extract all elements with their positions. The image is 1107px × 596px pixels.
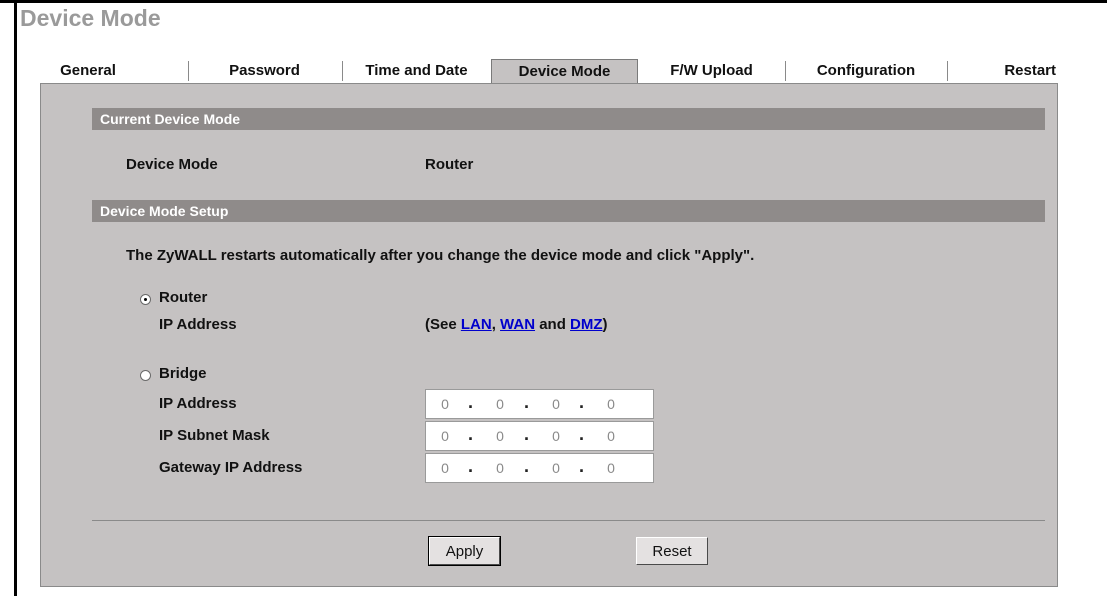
page-title: Device Mode bbox=[20, 5, 161, 31]
tab-time-and-date[interactable]: Time and Date bbox=[342, 59, 491, 83]
content-panel: Current Device Mode Device Mode Router D… bbox=[40, 83, 1058, 587]
wan-link[interactable]: WAN bbox=[500, 316, 535, 333]
ip-octet-2[interactable]: 0 bbox=[493, 396, 507, 412]
bridge-ip-address-input[interactable]: 0 . 0 . 0 . 0 bbox=[425, 389, 654, 419]
suffix-text: ) bbox=[602, 316, 608, 333]
router-ip-reference: (See LAN, WAN and DMZ) bbox=[425, 316, 608, 333]
bridge-gateway-label: Gateway IP Address bbox=[159, 459, 303, 476]
bridge-ip-address-label: IP Address bbox=[159, 395, 237, 412]
tab-password[interactable]: Password bbox=[188, 59, 341, 83]
mask-octet-1[interactable]: 0 bbox=[438, 428, 452, 444]
device-mode-setup-header: Device Mode Setup bbox=[92, 200, 1045, 222]
current-device-mode-header: Current Device Mode bbox=[92, 108, 1045, 130]
window-left-border bbox=[14, 0, 17, 596]
gateway-octet-2[interactable]: 0 bbox=[493, 460, 507, 476]
tab-general[interactable]: General bbox=[40, 59, 136, 83]
octet-dot: . bbox=[468, 424, 474, 444]
bridge-gateway-input[interactable]: 0 . 0 . 0 . 0 bbox=[425, 453, 654, 483]
bridge-label: Bridge bbox=[159, 365, 207, 382]
window-top-border bbox=[0, 0, 1107, 3]
octet-dot: . bbox=[524, 424, 530, 444]
lan-link[interactable]: LAN bbox=[461, 316, 492, 333]
tab-device-mode[interactable]: Device Mode bbox=[491, 59, 638, 83]
router-label: Router bbox=[159, 289, 208, 306]
octet-dot: . bbox=[579, 392, 585, 412]
router-radio[interactable] bbox=[140, 294, 151, 305]
mask-octet-4[interactable]: 0 bbox=[604, 428, 618, 444]
bridge-radio[interactable] bbox=[140, 370, 151, 381]
restart-notice: The ZyWALL restarts automatically after … bbox=[126, 247, 755, 264]
octet-dot: . bbox=[579, 456, 585, 476]
octet-dot: . bbox=[579, 424, 585, 444]
ip-octet-1[interactable]: 0 bbox=[438, 396, 452, 412]
bridge-subnet-mask-input[interactable]: 0 . 0 . 0 . 0 bbox=[425, 421, 654, 451]
gateway-octet-1[interactable]: 0 bbox=[438, 460, 452, 476]
dmz-link[interactable]: DMZ bbox=[570, 316, 603, 333]
tab-fw-upload[interactable]: F/W Upload bbox=[638, 59, 785, 83]
device-mode-value: Router bbox=[425, 156, 474, 173]
see-prefix-text: (See bbox=[425, 316, 461, 333]
apply-button[interactable]: Apply bbox=[428, 536, 501, 566]
gateway-octet-3[interactable]: 0 bbox=[549, 460, 563, 476]
form-divider bbox=[92, 520, 1045, 521]
gateway-octet-4[interactable]: 0 bbox=[604, 460, 618, 476]
bridge-subnet-mask-label: IP Subnet Mask bbox=[159, 427, 270, 444]
tab-restart[interactable]: Restart bbox=[947, 59, 1058, 83]
device-mode-label: Device Mode bbox=[126, 156, 218, 173]
tab-bar: General Password Time and Date Device Mo… bbox=[40, 59, 1058, 83]
separator-text: , bbox=[491, 316, 501, 333]
ip-octet-4[interactable]: 0 bbox=[604, 396, 618, 412]
octet-dot: . bbox=[468, 392, 474, 412]
tab-configuration[interactable]: Configuration bbox=[785, 59, 947, 83]
mask-octet-3[interactable]: 0 bbox=[549, 428, 563, 444]
reset-button[interactable]: Reset bbox=[636, 537, 708, 565]
ip-octet-3[interactable]: 0 bbox=[549, 396, 563, 412]
octet-dot: . bbox=[468, 456, 474, 476]
mask-octet-2[interactable]: 0 bbox=[493, 428, 507, 444]
octet-dot: . bbox=[524, 392, 530, 412]
and-text: and bbox=[535, 316, 571, 333]
octet-dot: . bbox=[524, 456, 530, 476]
router-ip-address-label: IP Address bbox=[159, 316, 237, 333]
